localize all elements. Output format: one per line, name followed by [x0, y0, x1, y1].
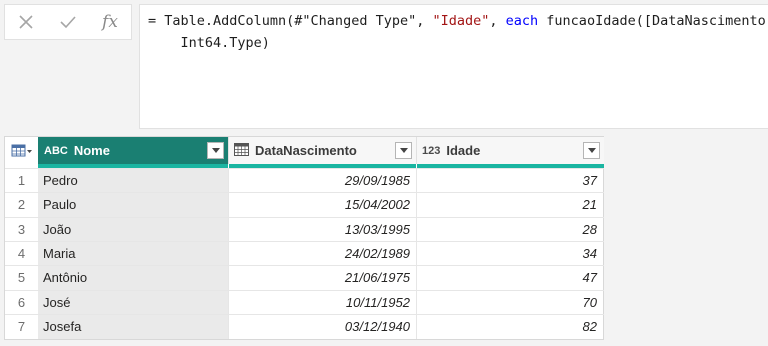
formula-token: = Table.AddColumn(#"Changed Type",	[148, 13, 433, 29]
calendar-icon[interactable]	[234, 142, 249, 159]
column-label: DataNascimento	[255, 143, 357, 158]
fx-icon: fx	[102, 12, 118, 32]
cell-datanascimento[interactable]: 24/02/1989	[228, 241, 416, 266]
cell-nome[interactable]: João	[38, 217, 228, 242]
filter-dropdown-button[interactable]	[583, 142, 600, 159]
cell-datanascimento[interactable]: 13/03/1995	[228, 217, 416, 242]
column-header-nome[interactable]: ABC Nome	[38, 137, 228, 164]
data-grid: ABC Nome DataNascimento 123 Idade 1 Pedro…	[4, 136, 604, 340]
cell-nome[interactable]: Antônio	[38, 266, 228, 291]
cell-idade[interactable]: 82	[416, 314, 604, 339]
cell-nome[interactable]: José	[38, 290, 228, 315]
column-label: Idade	[446, 143, 481, 158]
x-icon	[19, 15, 33, 29]
chevron-down-icon	[399, 148, 408, 153]
cell-datanascimento[interactable]: 03/12/1940	[228, 314, 416, 339]
confirm-button[interactable]	[53, 7, 83, 37]
row-number[interactable]: 7	[5, 315, 38, 339]
chevron-down-icon	[211, 148, 220, 153]
column-label: Nome	[73, 143, 110, 158]
insert-function-button[interactable]: fx	[95, 7, 125, 37]
column-header-idade[interactable]: 123 Idade	[416, 137, 604, 164]
cell-datanascimento[interactable]: 29/09/1985	[228, 169, 416, 193]
text-type-icon[interactable]: ABC	[44, 145, 68, 157]
formula-bar-buttons: fx	[4, 4, 132, 40]
table-row[interactable]: 4 Maria 24/02/1989 34	[5, 240, 604, 266]
cell-datanascimento[interactable]: 10/11/1952	[228, 290, 416, 315]
cell-datanascimento[interactable]: 15/04/2002	[228, 193, 416, 218]
table-row[interactable]: 2 Paulo 15/04/2002 21	[5, 192, 604, 218]
cell-idade[interactable]: 70	[416, 290, 604, 315]
row-number[interactable]: 4	[5, 242, 38, 266]
cell-idade[interactable]: 34	[416, 241, 604, 266]
row-number[interactable]: 6	[5, 291, 38, 315]
cell-idade[interactable]: 21	[416, 193, 604, 218]
formula-token: "Idade"	[432, 13, 490, 29]
table-row[interactable]: 7 Josefa 03/12/1940 82	[5, 313, 604, 339]
formula-editor[interactable]: = Table.AddColumn(#"Changed Type", "Idad…	[139, 4, 768, 129]
row-number[interactable]: 3	[5, 218, 38, 242]
filter-dropdown-button[interactable]	[395, 142, 412, 159]
formula-token: ,	[489, 13, 506, 29]
cell-nome[interactable]: Josefa	[38, 314, 228, 339]
table-row[interactable]: 5 Antônio 21/06/1975 47	[5, 265, 604, 291]
table-row[interactable]: 3 João 13/03/1995 28	[5, 216, 604, 242]
table-menu-button[interactable]	[5, 137, 38, 164]
checkmark-icon	[60, 16, 76, 29]
cell-idade[interactable]: 37	[416, 169, 604, 193]
number-type-icon[interactable]: 123	[422, 145, 440, 157]
filter-dropdown-button[interactable]	[207, 142, 224, 159]
row-number[interactable]: 5	[5, 266, 38, 290]
cell-nome[interactable]: Paulo	[38, 193, 228, 218]
cell-nome[interactable]: Maria	[38, 241, 228, 266]
cell-datanascimento[interactable]: 21/06/1975	[228, 266, 416, 291]
row-number[interactable]: 1	[5, 169, 38, 193]
table-icon	[11, 144, 32, 156]
chevron-down-icon	[587, 148, 596, 153]
formula-token: each	[505, 13, 539, 29]
column-header-datanascimento[interactable]: DataNascimento	[228, 137, 416, 164]
table-row[interactable]: 6 José 10/11/1952 70	[5, 289, 604, 315]
cell-idade[interactable]: 28	[416, 217, 604, 242]
cancel-button[interactable]	[11, 7, 41, 37]
table-row[interactable]: 1 Pedro 29/09/1985 37	[5, 168, 604, 193]
cell-idade[interactable]: 47	[416, 266, 604, 291]
row-number[interactable]: 2	[5, 193, 38, 217]
cell-nome[interactable]: Pedro	[38, 169, 228, 193]
